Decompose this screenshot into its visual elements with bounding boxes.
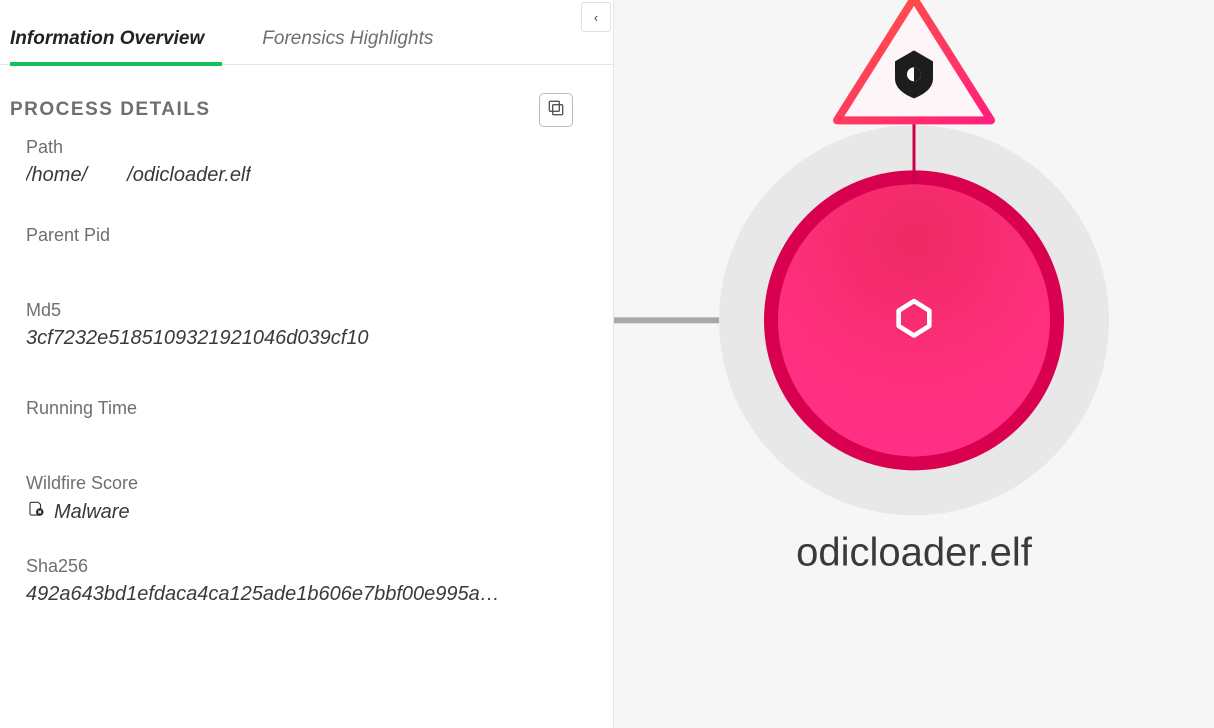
- field-value: 3cf7232e5185109321921046d039cf10: [26, 327, 506, 350]
- field-value: /home/ /odicloader.elf: [26, 164, 251, 187]
- tab-label: Information Overview: [10, 28, 204, 49]
- tab-information-overview[interactable]: Information Overview: [10, 8, 222, 64]
- tab-forensics-highlights[interactable]: Forensics Highlights: [262, 8, 451, 64]
- field-label: Sha256: [26, 556, 587, 577]
- copy-icon: [546, 98, 566, 123]
- tabs: Information Overview Forensics Highlight…: [0, 0, 613, 65]
- field-label: Parent Pid: [26, 225, 587, 246]
- field-label: Wildfire Score: [26, 473, 587, 494]
- field-path: Path /home/ /odicloader.elf: [26, 137, 587, 187]
- path-redacted-gap: [91, 164, 123, 187]
- field-value: Malware: [26, 500, 506, 524]
- panel-body: PROCESS DETAILS Path /home/: [0, 65, 613, 728]
- copy-details-button[interactable]: [539, 93, 573, 127]
- process-node-label: odicloader.elf: [796, 530, 1032, 575]
- process-hexagon-icon: [891, 295, 937, 346]
- field-sha256: Sha256 492a643bd1efdaca4ca125ade1b606e7b…: [26, 556, 587, 606]
- wildfire-verdict: Malware: [54, 501, 130, 524]
- field-label: Path: [26, 137, 587, 158]
- process-node[interactable]: [764, 170, 1064, 470]
- field-parent-pid: Parent Pid: [26, 225, 587, 252]
- path-suffix: /odicloader.elf: [127, 164, 251, 187]
- field-value: 492a643bd1efdaca4ca125ade1b606e7bbf00e99…: [26, 583, 506, 606]
- malware-icon: [26, 500, 46, 524]
- graph-edge-top: [913, 121, 916, 183]
- field-md5: Md5 3cf7232e5185109321921046d039cf10: [26, 300, 587, 350]
- field-label: Running Time: [26, 398, 587, 419]
- field-wildfire-score: Wildfire Score Malware: [26, 473, 587, 524]
- graph-edge-left: [614, 317, 719, 323]
- process-details-fields: Path /home/ /odicloader.elf Parent Pid M…: [10, 127, 603, 606]
- field-running-time: Running Time: [26, 398, 587, 425]
- alert-indicator[interactable]: [829, 0, 999, 130]
- graph-canvas: odicloader.elf: [614, 0, 1214, 684]
- path-prefix: /home/: [26, 164, 87, 187]
- tab-label: Forensics Highlights: [262, 28, 433, 49]
- causality-graph[interactable]: odicloader.elf: [614, 0, 1214, 728]
- details-panel: ‹ Information Overview Forensics Highlig…: [0, 0, 614, 728]
- field-label: Md5: [26, 300, 587, 321]
- section-title: PROCESS DETAILS: [10, 99, 211, 121]
